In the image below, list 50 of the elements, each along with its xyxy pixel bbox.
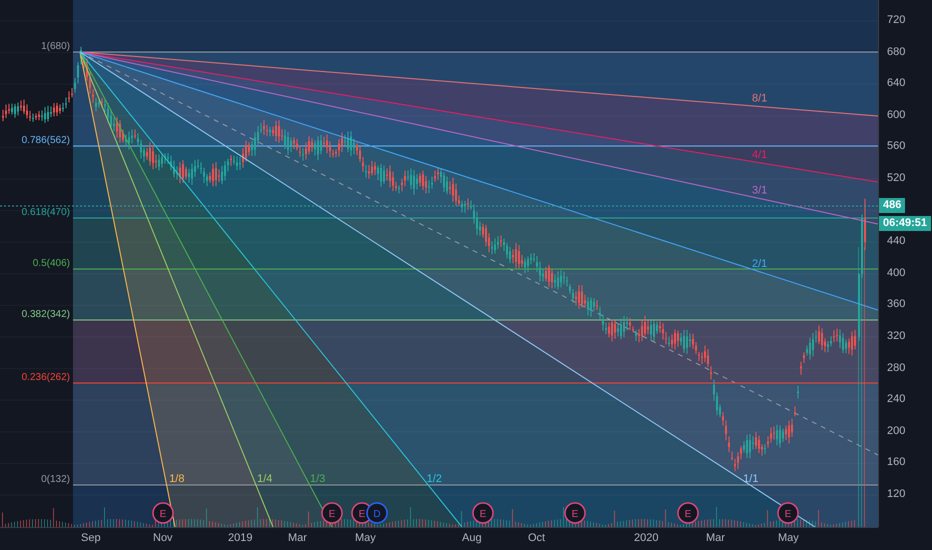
fib-level-label: 0.5(406) [32,258,70,269]
earnings-marker[interactable]: E [472,502,494,524]
earnings-marker[interactable]: E [564,502,586,524]
fan-line-label: 1/2 [426,473,442,485]
fib-level-label: 0.618(470) [22,207,70,218]
fan-line-label: 3/1 [752,184,768,197]
earnings-marker[interactable]: E [152,502,174,524]
price-axis-label: 200 [887,424,906,438]
time-axis-label: 2020 [634,532,658,545]
fan-line-label: 1/3 [310,473,326,485]
price-axis-label: 360 [887,298,906,312]
fib-level-label: 0.382(342) [22,309,70,320]
fan-line-label: 8/1 [752,92,768,105]
fib-level-label: 0(132) [41,474,70,485]
fib-level-label: 0.236(262) [22,372,70,383]
time-axis-label: Sep [81,532,101,545]
earnings-marker[interactable]: E [777,502,799,524]
price-axis-label: 600 [887,108,906,122]
price-axis-label: 280 [887,362,906,375]
dividend-marker[interactable]: D [366,502,388,524]
price-axis-label: 720 [887,14,906,27]
fan-line-label: 2/1 [752,258,768,270]
time-axis-label: 2019 [228,532,252,545]
time-axis-label: May [355,532,376,545]
countdown-badge: 06:49:51 [879,216,932,231]
fib-level-label: 0.786(562) [22,135,70,146]
earnings-marker[interactable]: E [677,502,699,524]
time-axis-label: Mar [288,532,307,545]
earnings-marker[interactable]: E [321,502,343,524]
fib-level-label: 1(680) [41,41,70,52]
fan-line-label: 1/1 [743,473,758,485]
price-axis-label: 320 [887,330,906,343]
price-axis-label: 240 [887,393,906,406]
price-axis-label: 400 [887,266,906,280]
fan-line-label: 1/8 [169,473,184,485]
time-axis-label: Aug [462,532,482,545]
last-price-badge: 486 [879,198,906,213]
time-axis-label: May [778,532,799,545]
price-axis-label: 120 [887,488,906,501]
price-axis-label: 520 [887,172,906,185]
price-axis-label: 560 [887,140,906,154]
price-axis-label: 640 [887,77,906,90]
time-axis-label: Oct [528,532,546,545]
fan-line-label: 1/4 [257,473,272,485]
fan-line-label: 4/1 [752,148,768,161]
price-axis-label: 160 [887,456,906,470]
price-axis-label: 680 [887,46,906,59]
time-axis-label: Mar [706,532,725,545]
time-axis-label: Nov [153,532,173,545]
price-axis-label: 440 [887,235,906,248]
